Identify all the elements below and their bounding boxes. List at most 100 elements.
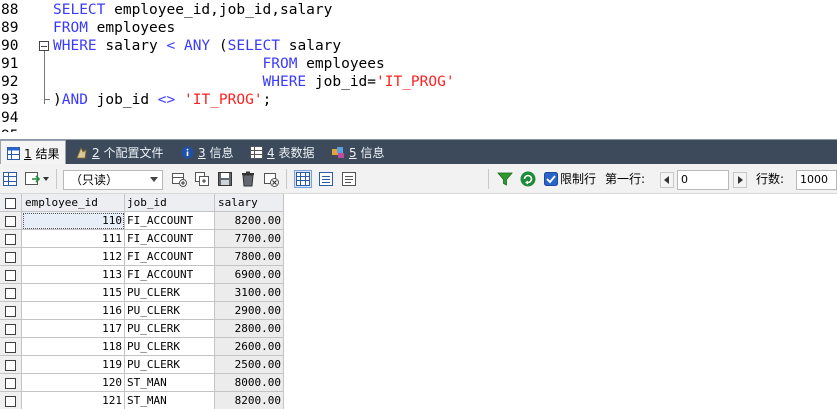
code-line[interactable]: 95 (0, 127, 837, 132)
row-checkbox[interactable] (0, 338, 22, 356)
code-line[interactable]: 88 SELECT employee_id,job_id,salary (0, 1, 837, 19)
row-checkbox[interactable] (0, 284, 22, 302)
line-number: 92 (1, 74, 19, 90)
code-line[interactable]: 94 (0, 109, 837, 127)
tab-info[interactable]: 3 信息 (175, 140, 239, 164)
column-header-salary[interactable]: salary (215, 194, 284, 212)
column-header-job-id[interactable]: job_id (125, 194, 215, 212)
cell-job-id[interactable]: PU_CLERK (125, 320, 215, 338)
row-checkbox[interactable] (0, 212, 22, 230)
tab-history[interactable]: 5 信息 (326, 140, 390, 164)
cell-job-id[interactable]: FI_ACCOUNT (125, 266, 215, 284)
cell-job-id[interactable]: PU_CLERK (125, 356, 215, 374)
cell-employee-id[interactable]: 117 (22, 320, 125, 338)
cell-job-id[interactable]: FI_ACCOUNT (125, 230, 215, 248)
column-header-employee-id[interactable]: employee_id (22, 194, 125, 212)
cell-employee-id[interactable]: 112 (22, 248, 125, 266)
table-row[interactable]: 118 PU_CLERK 2600.00 (0, 338, 284, 356)
sql-keyword: ANY (183, 38, 211, 54)
cell-employee-id[interactable]: 118 (22, 338, 125, 356)
row-checkbox[interactable] (0, 302, 22, 320)
row-checkbox[interactable] (0, 320, 22, 338)
limit-rows-checkbox[interactable] (544, 172, 558, 186)
cell-salary[interactable]: 2800.00 (215, 320, 284, 338)
table-row[interactable]: 110 FI_ACCOUNT 8200.00 (0, 212, 284, 230)
table-row[interactable]: 120 ST_MAN 8000.00 (0, 374, 284, 392)
select-all-checkbox[interactable] (0, 194, 22, 212)
table-row[interactable]: 116 PU_CLERK 2900.00 (0, 302, 284, 320)
add-row-icon[interactable] (171, 171, 187, 187)
cell-salary[interactable]: 6900.00 (215, 266, 284, 284)
tab-table-data[interactable]: 4 表数据 (244, 140, 320, 164)
cell-job-id[interactable]: ST_MAN (125, 374, 215, 392)
text-mode-icon[interactable] (341, 171, 357, 187)
next-page-icon[interactable] (733, 172, 747, 188)
tab-results[interactable]: 1 结果 (0, 140, 67, 165)
cell-employee-id[interactable]: 111 (22, 230, 125, 248)
cell-employee-id[interactable]: 115 (22, 284, 125, 302)
save-icon[interactable] (217, 171, 233, 187)
cell-job-id[interactable]: PU_CLERK (125, 338, 215, 356)
cell-salary[interactable]: 8200.00 (215, 392, 284, 409)
table-row[interactable]: 121 ST_MAN 8200.00 (0, 392, 284, 409)
table-row[interactable]: 115 PU_CLERK 3100.00 (0, 284, 284, 302)
cell-job-id[interactable]: ST_MAN (125, 392, 215, 409)
first-row-field[interactable]: 0 (677, 170, 729, 190)
duplicate-row-icon[interactable] (194, 171, 210, 187)
sql-keyword: WHERE (262, 74, 307, 90)
code-line[interactable]: 90 WHERE salary < ANY (SELECT salary (0, 37, 837, 55)
cell-employee-id[interactable]: 113 (22, 266, 125, 284)
form-mode-icon[interactable] (318, 171, 334, 187)
delete-icon[interactable] (240, 171, 256, 187)
cell-salary[interactable]: 7800.00 (215, 248, 284, 266)
export-dropdown-icon[interactable] (24, 171, 50, 187)
row-checkbox[interactable] (0, 374, 22, 392)
readonly-select[interactable]: （只读） (63, 170, 163, 190)
table-row[interactable]: 117 PU_CLERK 2800.00 (0, 320, 284, 338)
row-checkbox[interactable] (0, 266, 22, 284)
cancel-changes-icon[interactable] (263, 171, 279, 187)
code-text: WHERE job_id='IT_PROG' (53, 73, 455, 91)
tab-number: 2 (92, 145, 100, 160)
cell-salary[interactable]: 2600.00 (215, 338, 284, 356)
code-line[interactable]: 91 FROM employees (0, 55, 837, 73)
row-checkbox[interactable] (0, 356, 22, 374)
cell-employee-id[interactable]: 116 (22, 302, 125, 320)
row-checkbox[interactable] (0, 392, 22, 409)
fold-collapse-icon[interactable] (39, 41, 49, 51)
cell-job-id[interactable]: PU_CLERK (125, 284, 215, 302)
cell-employee-id[interactable]: 121 (22, 392, 125, 409)
table-row[interactable]: 112 FI_ACCOUNT 7800.00 (0, 248, 284, 266)
table-row[interactable]: 111 FI_ACCOUNT 7700.00 (0, 230, 284, 248)
cell-salary[interactable]: 3100.00 (215, 284, 284, 302)
code-line[interactable]: 89 FROM employees (0, 19, 837, 37)
cell-job-id[interactable]: FI_ACCOUNT (125, 248, 215, 266)
grid-mode-icon[interactable] (294, 170, 312, 188)
cell-job-id[interactable]: PU_CLERK (125, 302, 215, 320)
cell-salary[interactable]: 8200.00 (215, 212, 284, 230)
code-line[interactable]: 93)AND job_id <> 'IT_PROG'; (0, 91, 837, 109)
cell-salary[interactable]: 7700.00 (215, 230, 284, 248)
table-row[interactable]: 113 FI_ACCOUNT 6900.00 (0, 266, 284, 284)
code-line[interactable]: 92 WHERE job_id='IT_PROG' (0, 73, 837, 91)
prev-page-icon[interactable] (660, 172, 674, 188)
filter-icon[interactable] (497, 171, 513, 187)
sql-editor[interactable]: 88 SELECT employee_id,job_id,salary 89 FROM… (0, 0, 837, 132)
cell-job-id[interactable]: FI_ACCOUNT (125, 212, 215, 230)
cell-employee-id[interactable]: 110 (22, 212, 125, 230)
row-checkbox[interactable] (0, 248, 22, 266)
sql-keyword: < (166, 38, 176, 54)
row-checkbox[interactable] (0, 230, 22, 248)
cell-employee-id[interactable]: 119 (22, 356, 125, 374)
cell-salary[interactable]: 2500.00 (215, 356, 284, 374)
cell-salary[interactable]: 8000.00 (215, 374, 284, 392)
grid-view-icon[interactable] (2, 171, 18, 187)
sql-token: job_id (87, 92, 158, 108)
refresh-icon[interactable] (520, 171, 536, 187)
cell-salary[interactable]: 2900.00 (215, 302, 284, 320)
row-count-field[interactable]: 1000 (796, 170, 837, 190)
table-row[interactable]: 119 PU_CLERK 2500.00 (0, 356, 284, 374)
cell-employee-id[interactable]: 120 (22, 374, 125, 392)
tab-profiles[interactable]: 2 个配置文件 (69, 140, 169, 164)
